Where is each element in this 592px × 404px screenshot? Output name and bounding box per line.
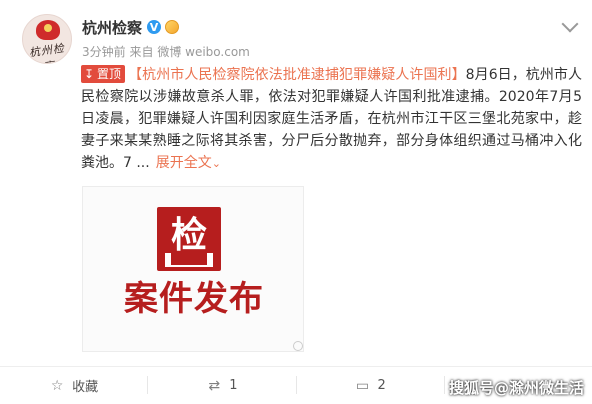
- post-time[interactable]: 3分钟前: [82, 45, 126, 59]
- repost-button[interactable]: ⇄ 1: [148, 367, 295, 404]
- expand-label: 展开全文: [155, 155, 212, 171]
- topic-link[interactable]: 【杭州市人民检察院依法批准逮捕犯罪嫌疑人许国利】: [128, 67, 466, 83]
- pin-badge: 置顶: [81, 65, 126, 83]
- logo-tower-left: [165, 253, 171, 265]
- watermark: 搜狐号@滁州微生活: [448, 379, 584, 397]
- logo-char: 检: [170, 214, 207, 256]
- post-meta: 3分钟前 来自 微博 weibo.com: [82, 43, 250, 60]
- verified-icon: V: [147, 20, 162, 34]
- post-content: 置顶【杭州市人民检察院依法批准逮捕犯罪嫌疑人许国利】8月6日，杭州市人民检察院以…: [81, 64, 582, 175]
- avatar-text: 杭州检察: [28, 41, 66, 63]
- image-title: 案件发布: [124, 279, 264, 319]
- expand-link[interactable]: 展开全文⌄: [156, 155, 221, 171]
- author-name[interactable]: 杭州检察: [82, 17, 142, 38]
- favorite-label: 收藏: [72, 380, 99, 395]
- comment-icon: ▭: [355, 377, 370, 394]
- favorite-button[interactable]: ☆ 收藏: [0, 367, 147, 404]
- comment-count: 2: [377, 378, 386, 393]
- source-prefix: 来自: [129, 45, 154, 59]
- member-icon[interactable]: [165, 20, 180, 34]
- post-image[interactable]: 检 案件发布: [82, 186, 304, 352]
- post-source[interactable]: 微博 weibo.com: [157, 45, 250, 59]
- chevron-down-icon[interactable]: [561, 15, 579, 33]
- logo-tower-right: [207, 253, 213, 265]
- zoom-icon[interactable]: [293, 341, 303, 351]
- emblem-icon: [36, 20, 60, 40]
- chevron-down-icon: ⌄: [211, 157, 221, 170]
- avatar[interactable]: 杭州检察: [22, 14, 72, 64]
- repost-count: 1: [229, 378, 238, 393]
- logo-base: [165, 265, 213, 267]
- repost-icon: ⇄: [208, 377, 221, 394]
- procuratorate-logo: 检: [157, 207, 221, 271]
- user-line: 杭州检察 V: [82, 17, 180, 38]
- comment-button[interactable]: ▭ 2: [297, 367, 444, 404]
- post-header: 杭州检察 杭州检察 V 3分钟前 来自 微博 weibo.com: [0, 0, 592, 64]
- star-icon: ☆: [50, 377, 64, 394]
